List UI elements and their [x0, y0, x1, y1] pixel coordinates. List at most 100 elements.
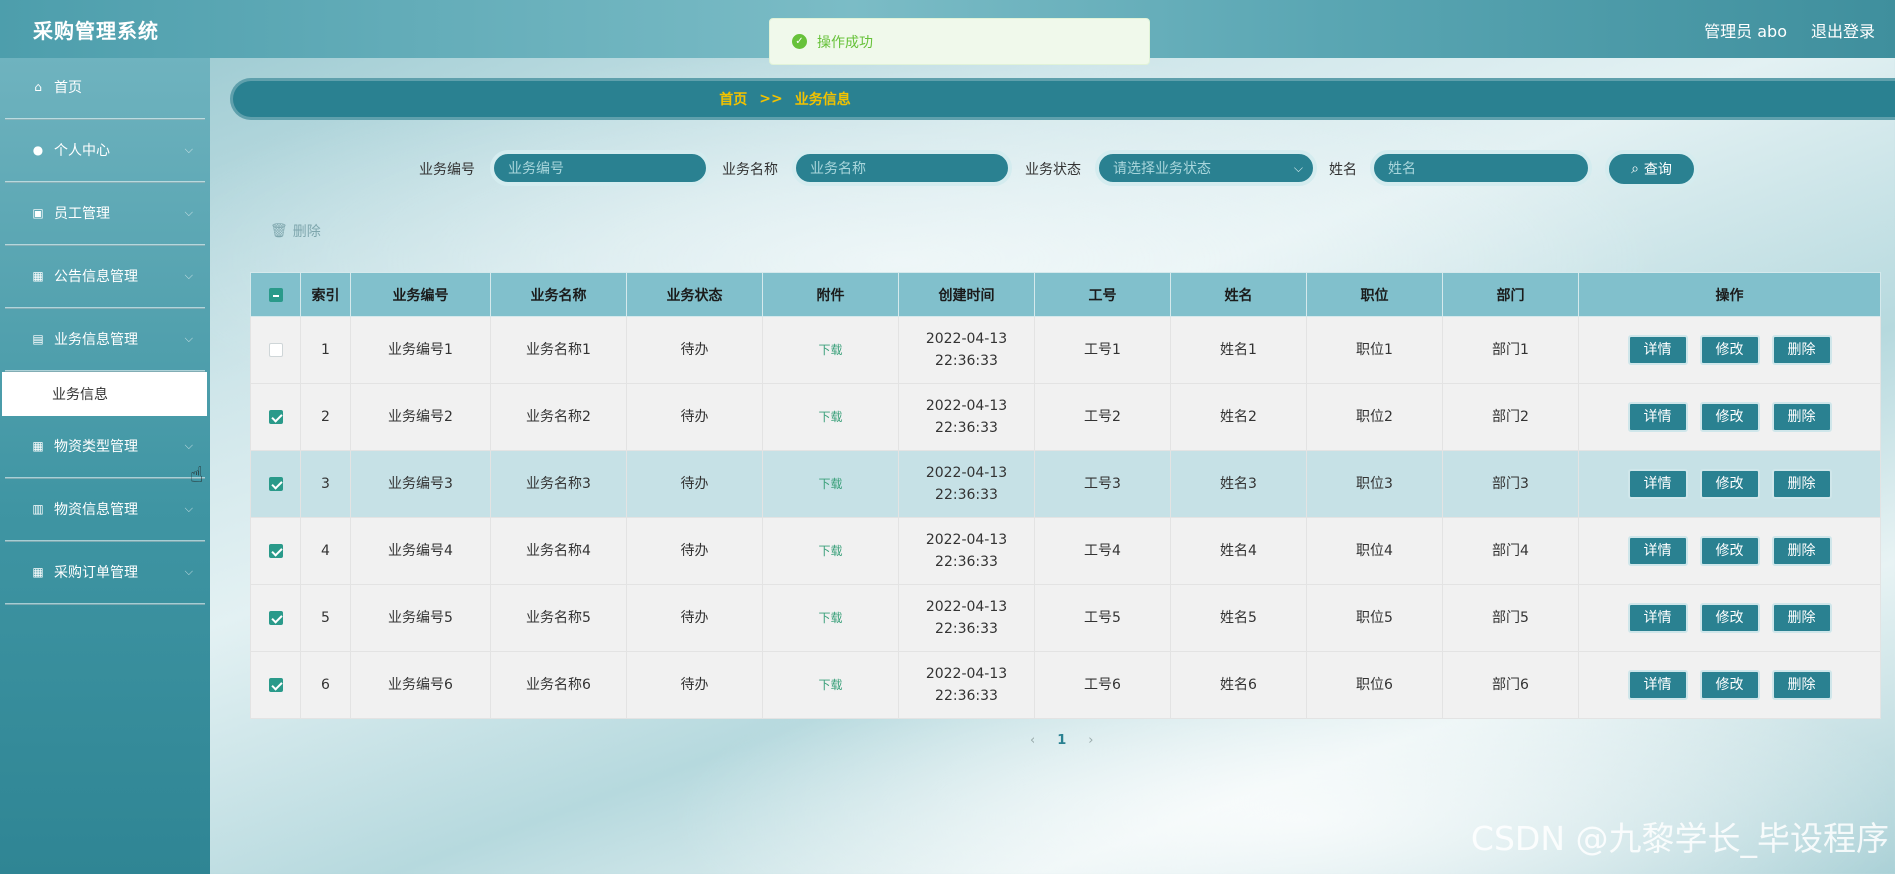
cell-file[interactable]: 下载 [762, 383, 899, 451]
edit-button[interactable]: 修改 [1699, 335, 1760, 365]
row-select-cell[interactable] [250, 316, 301, 384]
select-all-cell[interactable] [250, 272, 301, 317]
menu-divider [5, 244, 205, 246]
row-select-cell[interactable] [250, 517, 301, 585]
table-row[interactable]: 2 业务编号2 业务名称2 待办 下载 2022-04-13 22:36:33 工号2 姓名2… [250, 383, 1881, 451]
download-link[interactable]: 下载 [818, 477, 842, 491]
row-checkbox[interactable] [268, 611, 283, 625]
details-button[interactable]: 详情 [1627, 469, 1688, 499]
cell-file[interactable]: 下载 [762, 450, 899, 518]
row-select-cell[interactable] [250, 383, 301, 451]
row-checkbox[interactable] [268, 477, 283, 491]
cell-text: 业务名称6 [526, 677, 591, 693]
select-all-checkbox[interactable] [268, 287, 283, 302]
sidebar-item-staff[interactable]: ▣ 员工管理 ⌵ [5, 193, 205, 233]
download-link[interactable]: 下载 [818, 678, 842, 692]
cell-file[interactable]: 下载 [762, 316, 899, 384]
cell-code: 业务编号4 [350, 517, 491, 585]
edit-button[interactable]: 修改 [1699, 469, 1760, 499]
sidebar-item-label: 采购订单管理 [54, 565, 138, 581]
cell-text: 职位6 [1356, 677, 1393, 693]
table-row[interactable]: 6 业务编号6 业务名称6 待办 下载 2022-04-13 22:36:33 工号6 姓名6… [250, 651, 1881, 719]
row-checkbox[interactable] [268, 410, 283, 424]
details-button[interactable]: 详情 [1627, 335, 1688, 365]
cell-text: 部门3 [1492, 476, 1529, 492]
download-link[interactable]: 下载 [818, 343, 842, 357]
breadcrumb: 首页 >> 业务信息 [230, 78, 1895, 120]
next-page-icon[interactable]: › [1088, 733, 1093, 748]
search-button[interactable]: ⌕ 查询 [1605, 150, 1698, 188]
business-code-input[interactable]: 业务编号 [490, 150, 710, 186]
cell-file[interactable]: 下载 [762, 651, 899, 719]
download-link[interactable]: 下载 [818, 544, 842, 558]
delete-button[interactable]: 删除 [1771, 469, 1832, 499]
chevron-down-icon: ⌵ [184, 206, 193, 219]
sidebar-item-material-types[interactable]: ▦ 物资类型管理 ⌵ [5, 426, 205, 466]
table-row[interactable]: 1 业务编号1 业务名称1 待办 下载 2022-04-13 22:36:33 工号1 姓名1… [250, 316, 1881, 384]
cell-text: 3 [321, 476, 330, 492]
cell-text: 5 [321, 610, 330, 626]
chevron-down-icon: ⌵ [1293, 160, 1303, 175]
row-checkbox[interactable] [268, 544, 283, 558]
cell-index: 2 [300, 383, 351, 451]
chevron-down-icon: ⌵ [184, 332, 193, 345]
batch-delete-button[interactable]: 🗑 删除 [270, 221, 321, 241]
cell-file[interactable]: 下载 [762, 584, 899, 652]
download-link[interactable]: 下载 [818, 611, 842, 625]
table-row[interactable]: 4 业务编号4 业务名称4 待办 下载 2022-04-13 22:36:33 工号4 姓名4… [250, 517, 1881, 585]
edit-button[interactable]: 修改 [1699, 402, 1760, 432]
staff-icon: ▣ [32, 206, 44, 220]
details-button[interactable]: 详情 [1627, 670, 1688, 700]
details-button[interactable]: 详情 [1627, 402, 1688, 432]
delete-button[interactable]: 删除 [1771, 670, 1832, 700]
cell-file[interactable]: 下载 [762, 517, 899, 585]
sidebar-subitem-business-info[interactable]: 业务信息 [2, 372, 207, 416]
cell-text: 业务名称3 [526, 476, 591, 492]
prev-page-icon[interactable]: ‹ [1030, 733, 1035, 748]
chevron-down-icon: ⌵ [184, 565, 193, 578]
breadcrumb-separator: >> [759, 91, 783, 107]
business-code-label: 业务编号 [419, 162, 475, 178]
row-select-cell[interactable] [250, 450, 301, 518]
row-checkbox[interactable] [268, 678, 283, 692]
breadcrumb-home[interactable]: 首页 [719, 89, 747, 109]
edit-button[interactable]: 修改 [1699, 536, 1760, 566]
edit-button[interactable]: 修改 [1699, 603, 1760, 633]
table-row[interactable]: 3 业务编号3 业务名称3 待办 下载 2022-04-13 22:36:33 工号3 姓名3… [250, 450, 1881, 518]
cell-text: 职位1 [1356, 342, 1393, 358]
cell-status: 待办 [626, 450, 763, 518]
row-actions: 详情 修改 删除 [1579, 469, 1880, 499]
cell-person: 姓名3 [1170, 450, 1307, 518]
row-actions: 详情 修改 删除 [1579, 603, 1880, 633]
row-checkbox[interactable] [268, 343, 283, 357]
sidebar-item-materials[interactable]: ▥ 物资信息管理 ⌵ [5, 489, 205, 529]
row-actions: 详情 修改 删除 [1579, 670, 1880, 700]
download-link[interactable]: 下载 [818, 410, 842, 424]
business-name-input[interactable]: 业务名称 [792, 150, 1012, 186]
column-header: 业务状态 [626, 272, 763, 317]
sidebar-item-orders[interactable]: ▦ 采购订单管理 ⌵ [5, 552, 205, 592]
chevron-down-icon: ⌵ [184, 439, 193, 452]
current-page[interactable]: 1 [1057, 733, 1066, 748]
cell-code: 业务编号6 [350, 651, 491, 719]
row-select-cell[interactable] [250, 584, 301, 652]
briefcase-icon: ▤ [32, 332, 44, 346]
details-button[interactable]: 详情 [1627, 603, 1688, 633]
details-button[interactable]: 详情 [1627, 536, 1688, 566]
person-name-input[interactable]: 姓名 [1370, 150, 1592, 186]
cell-text: 待办 [680, 476, 709, 492]
delete-button[interactable]: 删除 [1771, 402, 1832, 432]
sidebar-item-notices[interactable]: ▦ 公告信息管理 ⌵ [5, 256, 205, 296]
row-select-cell[interactable] [250, 651, 301, 719]
menu-divider [5, 307, 205, 309]
sidebar-item-home[interactable]: ⌂ 首页 [5, 67, 205, 107]
delete-button[interactable]: 删除 [1771, 536, 1832, 566]
table-row[interactable]: 5 业务编号5 业务名称5 待办 下载 2022-04-13 22:36:33 工号5 姓名5… [250, 584, 1881, 652]
edit-button[interactable]: 修改 [1699, 670, 1760, 700]
delete-button[interactable]: 删除 [1771, 335, 1832, 365]
logout-link[interactable]: 退出登录 [1811, 18, 1875, 42]
business-status-select[interactable]: 请选择业务状态 ⌵ [1095, 150, 1317, 186]
delete-button[interactable]: 删除 [1771, 603, 1832, 633]
pagination: ‹ 1 › [1030, 733, 1093, 748]
sidebar-item-business[interactable]: ▤ 业务信息管理 ⌵ [5, 319, 205, 359]
